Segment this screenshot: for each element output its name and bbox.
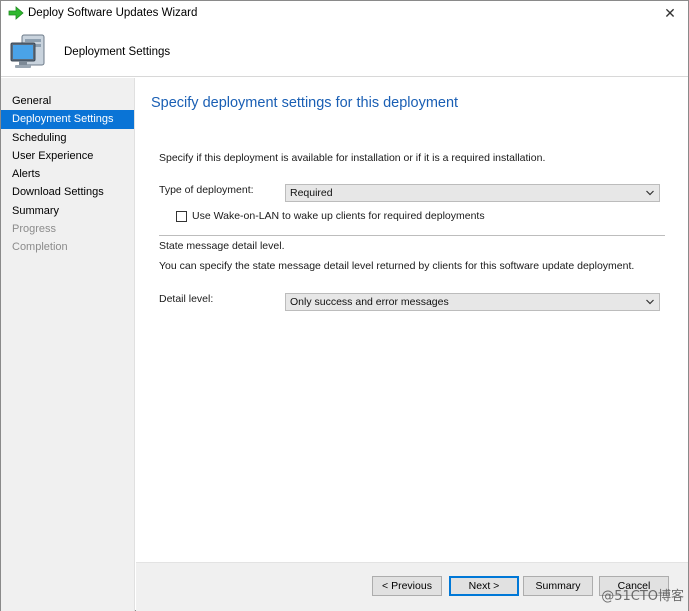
chevron-down-icon xyxy=(646,190,654,196)
main-content: Specify deployment settings for this dep… xyxy=(136,78,688,562)
wake-on-lan-label[interactable]: Use Wake-on-LAN to wake up clients for r… xyxy=(192,210,485,222)
section-divider xyxy=(159,235,665,236)
sidebar-item-alerts[interactable]: Alerts xyxy=(1,165,134,183)
window-title: Deploy Software Updates Wizard xyxy=(28,7,198,19)
deployment-type-label: Type of deployment: xyxy=(159,184,254,196)
detail-level-value: Only success and error messages xyxy=(290,296,449,308)
header-title: Deployment Settings xyxy=(64,46,171,58)
close-button[interactable]: ✕ xyxy=(658,3,682,23)
sidebar-item-progress: Progress xyxy=(12,223,57,236)
wizard-header: Deployment Settings xyxy=(1,27,688,77)
previous-button[interactable]: < Previous xyxy=(372,576,442,596)
chevron-down-icon xyxy=(646,299,654,305)
detail-level-select[interactable]: Only success and error messages xyxy=(285,293,660,311)
sidebar-item-completion: Completion xyxy=(12,241,68,254)
deployment-type-value: Required xyxy=(290,187,333,199)
state-message-description: You can specify the state message detail… xyxy=(159,260,635,272)
wake-on-lan-checkbox[interactable] xyxy=(176,211,187,222)
sidebar-item-download-settings[interactable]: Download Settings xyxy=(1,183,134,201)
computer-icon xyxy=(10,34,45,68)
state-message-heading: State message detail level. xyxy=(159,240,285,252)
sidebar-item-summary[interactable]: Summary xyxy=(1,202,134,220)
detail-level-label: Detail level: xyxy=(159,293,214,305)
sidebar-item-scheduling[interactable]: Scheduling xyxy=(1,129,134,147)
title-bar: Deploy Software Updates Wizard ✕ xyxy=(1,1,688,27)
summary-button[interactable]: Summary xyxy=(523,576,593,596)
sidebar-item-general[interactable]: General xyxy=(1,92,134,110)
sidebar-item-user-experience[interactable]: User Experience xyxy=(1,147,134,165)
wizard-window: Deploy Software Updates Wizard ✕ Deploym… xyxy=(0,0,689,611)
page-title: Specify deployment settings for this dep… xyxy=(151,95,459,111)
sidebar-item-deployment-settings[interactable]: Deployment Settings xyxy=(1,110,134,129)
intro-text: Specify if this deployment is available … xyxy=(159,152,546,164)
wizard-sidebar: General Deployment Settings Scheduling U… xyxy=(1,78,135,611)
arrow-right-icon xyxy=(8,6,24,20)
watermark-text: @51CTO博客 xyxy=(601,589,684,604)
next-button[interactable]: Next > xyxy=(449,576,519,596)
deployment-type-select[interactable]: Required xyxy=(285,184,660,202)
